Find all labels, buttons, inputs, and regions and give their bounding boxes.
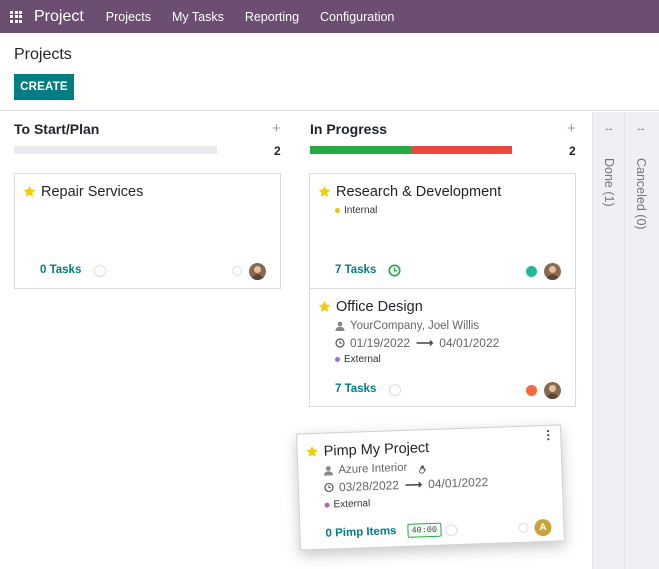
progress-bar-green[interactable] <box>310 146 411 154</box>
date-start: 01/19/2022 <box>350 336 411 350</box>
clock-activity-icon[interactable] <box>388 264 401 277</box>
tasks-link[interactable]: 0 Tasks <box>40 264 81 276</box>
project-dates: 03/28/2022 ⟶ 04/01/2022 <box>324 474 489 495</box>
unfold-arrows-icon[interactable]: ↔ <box>625 122 657 134</box>
clock-icon <box>335 338 345 348</box>
folded-column-canceled[interactable]: ↔ Canceled (0) <box>624 112 659 569</box>
user-avatar-initial[interactable]: A <box>534 518 552 537</box>
tag-color-dot <box>335 357 340 362</box>
project-partner: YourCompany, Joel Willis <box>335 320 479 332</box>
clock-icon <box>324 482 334 493</box>
date-end: 04/01/2022 <box>439 336 500 350</box>
project-title: Pimp My Project <box>323 440 430 460</box>
partner-name: Azure Interior <box>338 461 408 477</box>
column-progress-bar <box>14 146 217 154</box>
column-count: 2 <box>569 144 576 158</box>
favorite-star-icon[interactable] <box>318 300 331 313</box>
project-tag[interactable]: External <box>335 354 381 365</box>
folded-column-done[interactable]: ↔ Done (1) <box>592 112 624 569</box>
column-add-icon[interactable]: + <box>567 120 576 137</box>
project-title: Repair Services <box>41 184 144 200</box>
favorite-star-icon[interactable] <box>305 445 318 458</box>
card-menu-icon[interactable]: ⋮ <box>542 428 554 442</box>
kanban-state-icon[interactable] <box>526 385 537 396</box>
favorite-star-icon[interactable] <box>318 185 331 198</box>
project-title: Research & Development <box>336 184 502 200</box>
user-icon <box>324 466 334 476</box>
tag-color-dot <box>324 502 330 508</box>
app-name[interactable]: Project <box>34 8 84 26</box>
tasks-link[interactable]: 0 Pimp Items <box>325 525 396 539</box>
grab-hand-cursor-icon <box>419 465 426 474</box>
tag-label: Internal <box>344 205 378 216</box>
column-count: 2 <box>274 144 281 158</box>
nav-reporting[interactable]: Reporting <box>245 10 299 24</box>
tag-color-dot <box>335 208 340 213</box>
user-avatar[interactable] <box>544 382 561 399</box>
create-button[interactable]: CREATE <box>14 74 74 100</box>
date-start: 03/28/2022 <box>338 478 400 495</box>
tasks-link[interactable]: 7 Tasks <box>335 383 376 395</box>
project-card-repair-services[interactable]: Repair Services 0 Tasks <box>14 173 281 289</box>
apps-menu-icon[interactable] <box>10 10 22 23</box>
favorite-star-icon[interactable] <box>23 185 36 198</box>
folded-column-label: Done (1) <box>602 158 616 207</box>
project-tag[interactable]: Internal <box>335 205 377 216</box>
project-card-office-design[interactable]: Office Design YourCompany, Joel Willis 0… <box>309 288 576 407</box>
project-dates: 01/19/2022 ⟶ 04/01/2022 <box>335 336 499 350</box>
partner-name: YourCompany, Joel Willis <box>350 320 480 332</box>
activity-icon[interactable] <box>445 524 458 537</box>
nav-my-tasks[interactable]: My Tasks <box>172 10 224 24</box>
arrow-right-icon: ⟶ <box>416 336 434 350</box>
project-tag[interactable]: External <box>324 498 370 511</box>
activity-icon[interactable] <box>94 265 106 277</box>
tag-label: External <box>344 354 381 365</box>
timer-badge: 40:00 <box>407 522 442 538</box>
arrow-right-icon: ⟶ <box>404 477 423 492</box>
column-title-to-start[interactable]: To Start/Plan <box>14 121 99 137</box>
tag-label: External <box>333 498 371 511</box>
project-partner: Azure Interior <box>323 461 408 477</box>
date-end: 04/01/2022 <box>427 474 489 492</box>
column-title-in-progress[interactable]: In Progress <box>310 121 387 137</box>
unfold-arrows-icon[interactable]: ↔ <box>593 122 625 134</box>
folded-column-label: Canceled (0) <box>634 158 648 230</box>
project-card-pimp-my-project[interactable]: Pimp My Project ⋮ Azure Interior 03/28/2… <box>296 424 565 551</box>
kanban-state-icon[interactable] <box>526 266 537 277</box>
nav-configuration[interactable]: Configuration <box>320 10 394 24</box>
nav-projects[interactable]: Projects <box>106 10 151 24</box>
control-panel: Projects CREATE <box>0 33 659 111</box>
project-title: Office Design <box>336 299 423 315</box>
tasks-link[interactable]: 7 Tasks <box>335 264 376 276</box>
page-title: Projects <box>14 46 72 63</box>
user-icon <box>335 321 345 331</box>
activity-icon[interactable] <box>389 384 401 396</box>
progress-bar-red[interactable] <box>411 146 512 154</box>
user-avatar[interactable] <box>249 263 266 280</box>
column-add-icon[interactable]: + <box>272 120 281 137</box>
kanban-state-icon[interactable] <box>232 266 242 276</box>
top-navbar: Project Projects My Tasks Reporting Conf… <box>0 0 659 33</box>
kanban-board: To Start/Plan + 2 In Progress + 2 Repair… <box>0 112 659 569</box>
user-avatar[interactable] <box>544 263 561 280</box>
project-card-research-development[interactable]: Research & Development Internal 7 Tasks <box>309 173 576 289</box>
kanban-state-icon[interactable] <box>518 522 529 533</box>
